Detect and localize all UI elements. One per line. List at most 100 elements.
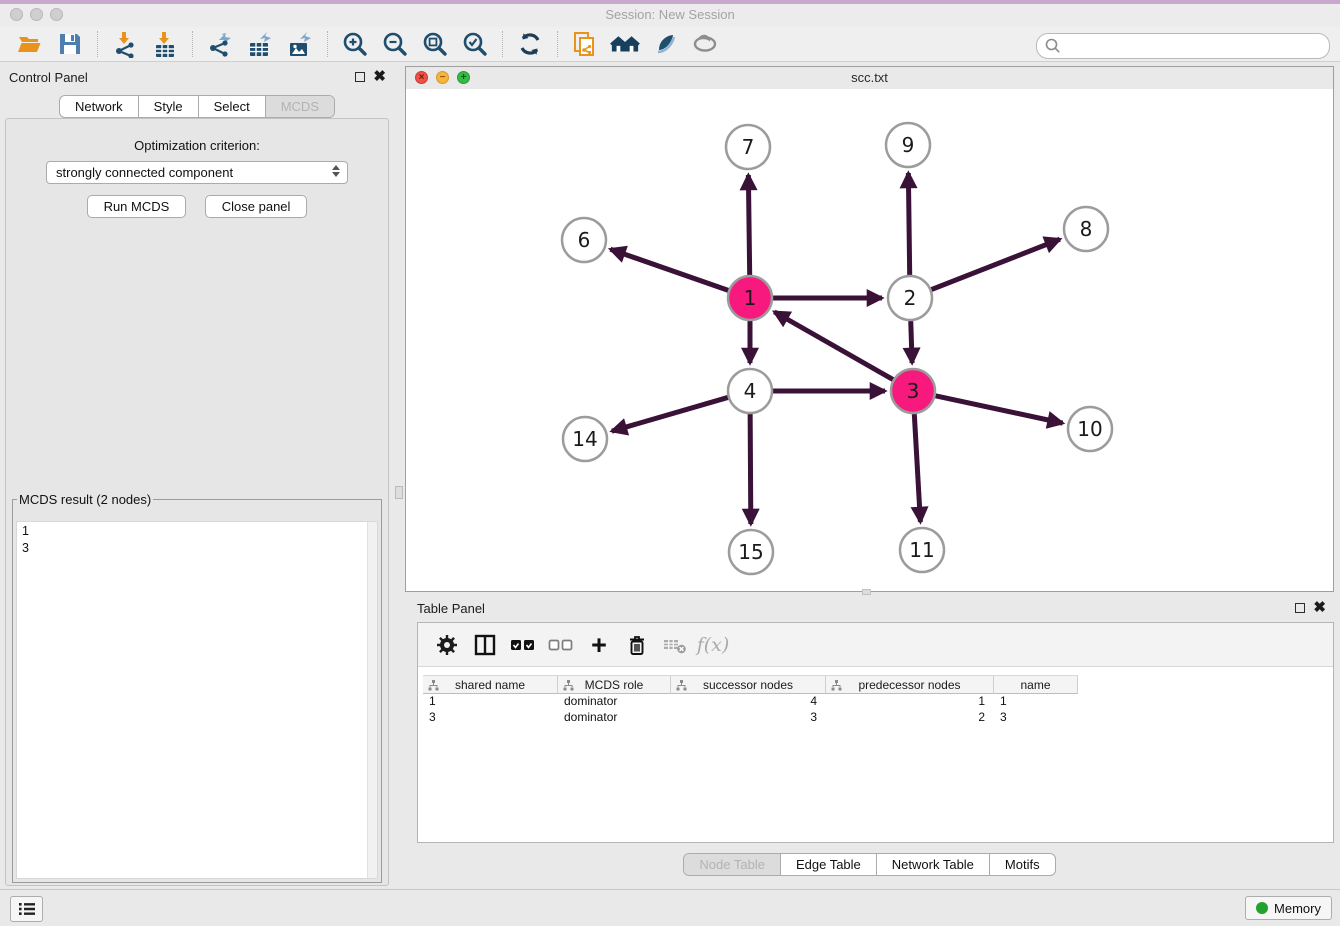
toolbar-separator (97, 31, 98, 57)
float-panel-icon[interactable] (355, 72, 365, 82)
node-label: 4 (744, 379, 757, 403)
toolbar-separator (327, 31, 328, 57)
tab-mcds[interactable]: MCDS (265, 96, 334, 117)
save-icon[interactable] (55, 29, 85, 59)
edge-1-6[interactable] (610, 249, 728, 290)
column-header-MCDS-role[interactable]: MCDS role (558, 675, 671, 694)
zoom-in-icon[interactable] (340, 29, 370, 59)
table-tabs: Node TableEdge TableNetwork TableMotifs (683, 853, 1055, 876)
export-image-icon[interactable] (285, 29, 315, 59)
table-cell[interactable]: 1 (423, 694, 558, 710)
select-stepper-icon (332, 165, 340, 177)
node-label: 3 (907, 379, 920, 403)
memory-label: Memory (1274, 901, 1321, 916)
network-canvas[interactable]: 7968124314101511 (406, 89, 1333, 591)
deselect-all-icon[interactable] (546, 630, 576, 660)
table-cell[interactable]: 4 (671, 694, 826, 710)
network-title: scc.txt (406, 70, 1333, 85)
zoom-out-icon[interactable] (380, 29, 410, 59)
edge-3-1[interactable] (774, 312, 893, 380)
table-cell[interactable]: dominator (558, 710, 671, 726)
table-panel-title: Table Panel (417, 601, 485, 616)
close-panel-button[interactable]: Close panel (205, 195, 308, 218)
table-cell[interactable]: 2 (826, 710, 994, 726)
edge-2-8[interactable] (931, 239, 1060, 289)
tab-network[interactable]: Network (60, 96, 138, 117)
columns-icon[interactable] (470, 630, 500, 660)
tab-edge-table[interactable]: Edge Table (780, 854, 876, 875)
table-cell[interactable]: dominator (558, 694, 671, 710)
edge-2-9[interactable] (908, 173, 909, 275)
node-label: 8 (1080, 217, 1093, 241)
column-header-successor-nodes[interactable]: successor nodes (671, 675, 826, 694)
table-cell[interactable]: 1 (994, 694, 1078, 710)
select-all-icon[interactable] (508, 630, 538, 660)
table-cell[interactable]: 3 (671, 710, 826, 726)
add-row-icon[interactable]: + (584, 630, 614, 660)
network-graph[interactable]: 7968124314101511 (406, 89, 1333, 591)
criterion-select[interactable]: strongly connected component (46, 161, 348, 184)
network-window-titlebar: × − + scc.txt (406, 67, 1333, 90)
optimization-criterion-label: Optimization criterion: (6, 138, 388, 153)
copy-network-icon[interactable] (570, 29, 600, 59)
table-cell[interactable]: 3 (423, 710, 558, 726)
tab-motifs[interactable]: Motifs (989, 854, 1055, 875)
close-panel-icon[interactable]: ✖ (373, 71, 386, 82)
edge-1-7[interactable] (748, 175, 749, 275)
table-row[interactable]: 3dominator323 (423, 710, 1078, 726)
tab-style[interactable]: Style (138, 96, 198, 117)
edge-2-3[interactable] (911, 321, 912, 363)
home-icon[interactable] (610, 29, 640, 59)
export-network-icon[interactable] (205, 29, 235, 59)
tab-node-table[interactable]: Node Table (684, 854, 780, 875)
result-scrollbar[interactable] (367, 522, 377, 878)
mcds-result-text: 1 3 (17, 522, 377, 557)
edge-3-11[interactable] (914, 414, 920, 522)
table-header-row: shared nameMCDS rolesuccessor nodesprede… (423, 675, 1078, 694)
search-input[interactable] (1063, 39, 1329, 54)
criterion-value: strongly connected component (56, 165, 233, 180)
import-table-icon[interactable] (150, 29, 180, 59)
task-history-button[interactable] (10, 896, 43, 922)
splitter-grip[interactable] (395, 486, 403, 499)
table-cell[interactable]: 3 (994, 710, 1078, 726)
vertical-splitter[interactable] (394, 62, 405, 890)
control-panel-tabs: NetworkStyleSelectMCDS (59, 95, 335, 118)
export-table-icon[interactable] (245, 29, 275, 59)
attribute-icon (831, 680, 842, 691)
attribute-icon (563, 680, 574, 691)
node-label: 6 (578, 228, 591, 252)
tab-network-table[interactable]: Network Table (876, 854, 989, 875)
eye-icon[interactable] (690, 29, 720, 59)
magnifier-icon (1043, 36, 1063, 56)
table-cell[interactable]: 1 (826, 694, 994, 710)
toolbar-separator (557, 31, 558, 57)
column-header-predecessor-nodes[interactable]: predecessor nodes (826, 675, 994, 694)
gear-icon[interactable] (432, 630, 462, 660)
delete-row-icon[interactable] (622, 630, 652, 660)
column-header-name[interactable]: name (994, 675, 1078, 694)
delete-table-icon (660, 630, 690, 660)
refresh-icon[interactable] (515, 29, 545, 59)
table-row[interactable]: 1dominator411 (423, 694, 1078, 710)
open-folder-icon[interactable] (15, 29, 45, 59)
window-title: Session: New Session (0, 7, 1340, 22)
control-panel-title: Control Panel (9, 70, 88, 85)
zoom-fit-icon[interactable] (420, 29, 450, 59)
list-icon (18, 901, 36, 917)
function-icon: f(x) (698, 630, 728, 660)
edge-3-10[interactable] (935, 396, 1062, 423)
mcds-result-area[interactable]: 1 3 (16, 521, 378, 879)
edge-4-15[interactable] (750, 414, 751, 524)
hide-icon[interactable] (650, 29, 680, 59)
column-header-shared-name[interactable]: shared name (423, 675, 558, 694)
zoom-selected-icon[interactable] (460, 29, 490, 59)
tab-select[interactable]: Select (198, 96, 265, 117)
mcds-result-group: MCDS result (2 nodes) 1 3 (12, 492, 382, 883)
run-mcds-button[interactable]: Run MCDS (87, 195, 187, 218)
float-table-panel-icon[interactable] (1295, 603, 1305, 613)
close-table-panel-icon[interactable]: ✖ (1313, 602, 1326, 613)
memory-button[interactable]: Memory (1245, 896, 1332, 920)
edge-4-14[interactable] (612, 397, 728, 431)
import-network-icon[interactable] (110, 29, 140, 59)
